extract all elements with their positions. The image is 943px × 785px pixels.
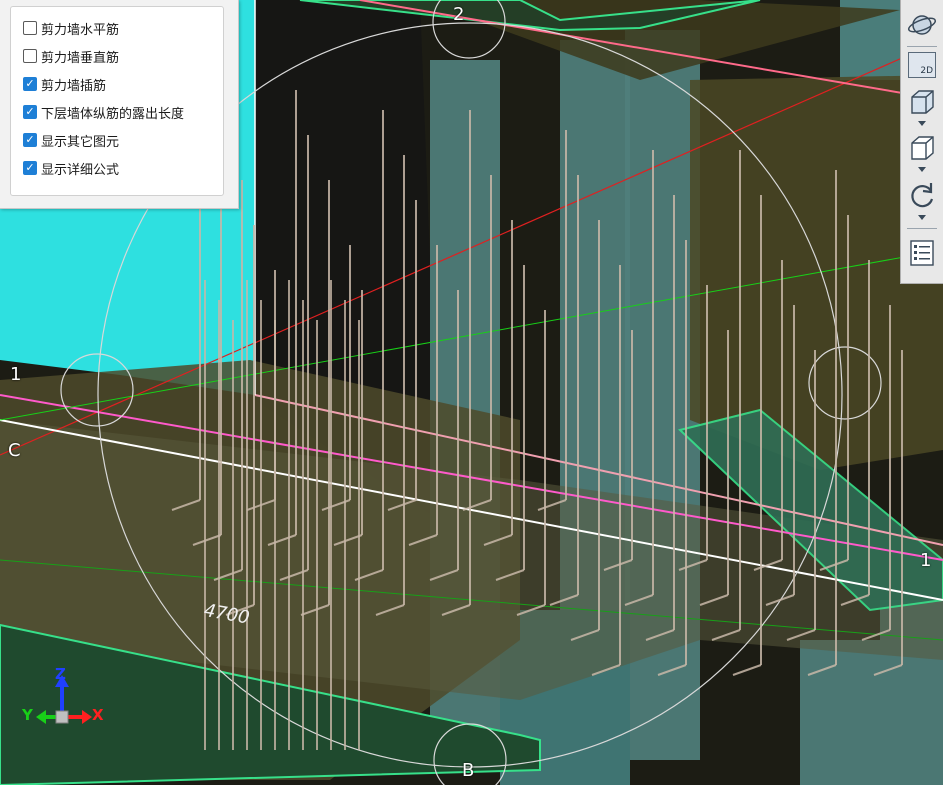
option-label: 下层墙体纵筋的露出长度 [41, 106, 185, 122]
axis-y-label: Y [22, 706, 33, 724]
checkbox-icon[interactable]: ✓ [23, 161, 37, 175]
axis-z-label: Z [55, 665, 66, 683]
axis-triad: Z X Y [22, 665, 112, 735]
view-2d-icon: 2D [908, 52, 936, 78]
view-2d-button[interactable]: 2D [905, 50, 939, 80]
grid-label-right: 1 [920, 550, 932, 571]
rotate-dropdown-icon[interactable] [918, 215, 926, 220]
orbit-button[interactable] [905, 8, 939, 42]
grid-label-axis-b: B [462, 760, 475, 781]
option-show-other-elements[interactable]: ✓ 显示其它图元 [23, 129, 119, 151]
grid-label-left: 1 [10, 364, 22, 385]
option-wall-vertical-rebar[interactable]: 剪力墙垂直筋 [23, 45, 119, 67]
column [800, 640, 880, 785]
checkbox-icon[interactable]: ✓ [23, 133, 37, 147]
view-3d-dropdown-icon[interactable] [918, 121, 926, 126]
checkbox-icon[interactable]: ✓ [23, 105, 37, 119]
axis-x-label: X [92, 706, 104, 724]
checkbox-icon[interactable] [23, 21, 37, 35]
orbit-icon [907, 15, 937, 35]
option-wall-horizontal-rebar[interactable]: 剪力墙水平筋 [23, 17, 119, 39]
grid-label-axis-c: C [8, 440, 21, 461]
checkbox-icon[interactable]: ✓ [23, 77, 37, 91]
option-label: 显示其它图元 [41, 134, 120, 150]
view-cube-icon [911, 136, 934, 160]
properties-list-button[interactable] [905, 236, 939, 270]
option-label: 显示详细公式 [41, 162, 120, 178]
display-options-panel: 剪力墙水平筋 剪力墙垂直筋 ✓ 剪力墙插筋 ✓ 下层墙体纵筋的露出长度 ✓ 显示… [0, 0, 239, 209]
option-label: 剪力墙水平筋 [41, 22, 120, 38]
rotate-button[interactable] [905, 178, 939, 212]
view-cube-dropdown-icon[interactable] [918, 167, 926, 172]
view-2d-label: 2D [920, 66, 933, 76]
option-lower-wall-rebar-exposed-length[interactable]: ✓ 下层墙体纵筋的露出长度 [23, 101, 184, 123]
option-show-detailed-formula[interactable]: ✓ 显示详细公式 [23, 157, 119, 179]
rotate-icon [911, 183, 934, 208]
properties-list-icon [910, 240, 934, 266]
options-list: 剪力墙水平筋 剪力墙垂直筋 ✓ 剪力墙插筋 ✓ 下层墙体纵筋的露出长度 ✓ 显示… [10, 6, 224, 196]
option-wall-dowel-rebar[interactable]: ✓ 剪力墙插筋 [23, 73, 106, 95]
checkbox-icon[interactable] [23, 49, 37, 63]
axis-triad-icon [36, 675, 92, 724]
view-3d-button[interactable] [905, 86, 939, 118]
option-label: 剪力墙插筋 [41, 78, 107, 94]
view-3d-box-icon [911, 90, 934, 114]
option-label: 剪力墙垂直筋 [41, 50, 120, 66]
grid-label-top: 2 [453, 4, 465, 25]
view-cube-button[interactable] [905, 132, 939, 164]
view-toolbar: 2D [900, 0, 943, 284]
